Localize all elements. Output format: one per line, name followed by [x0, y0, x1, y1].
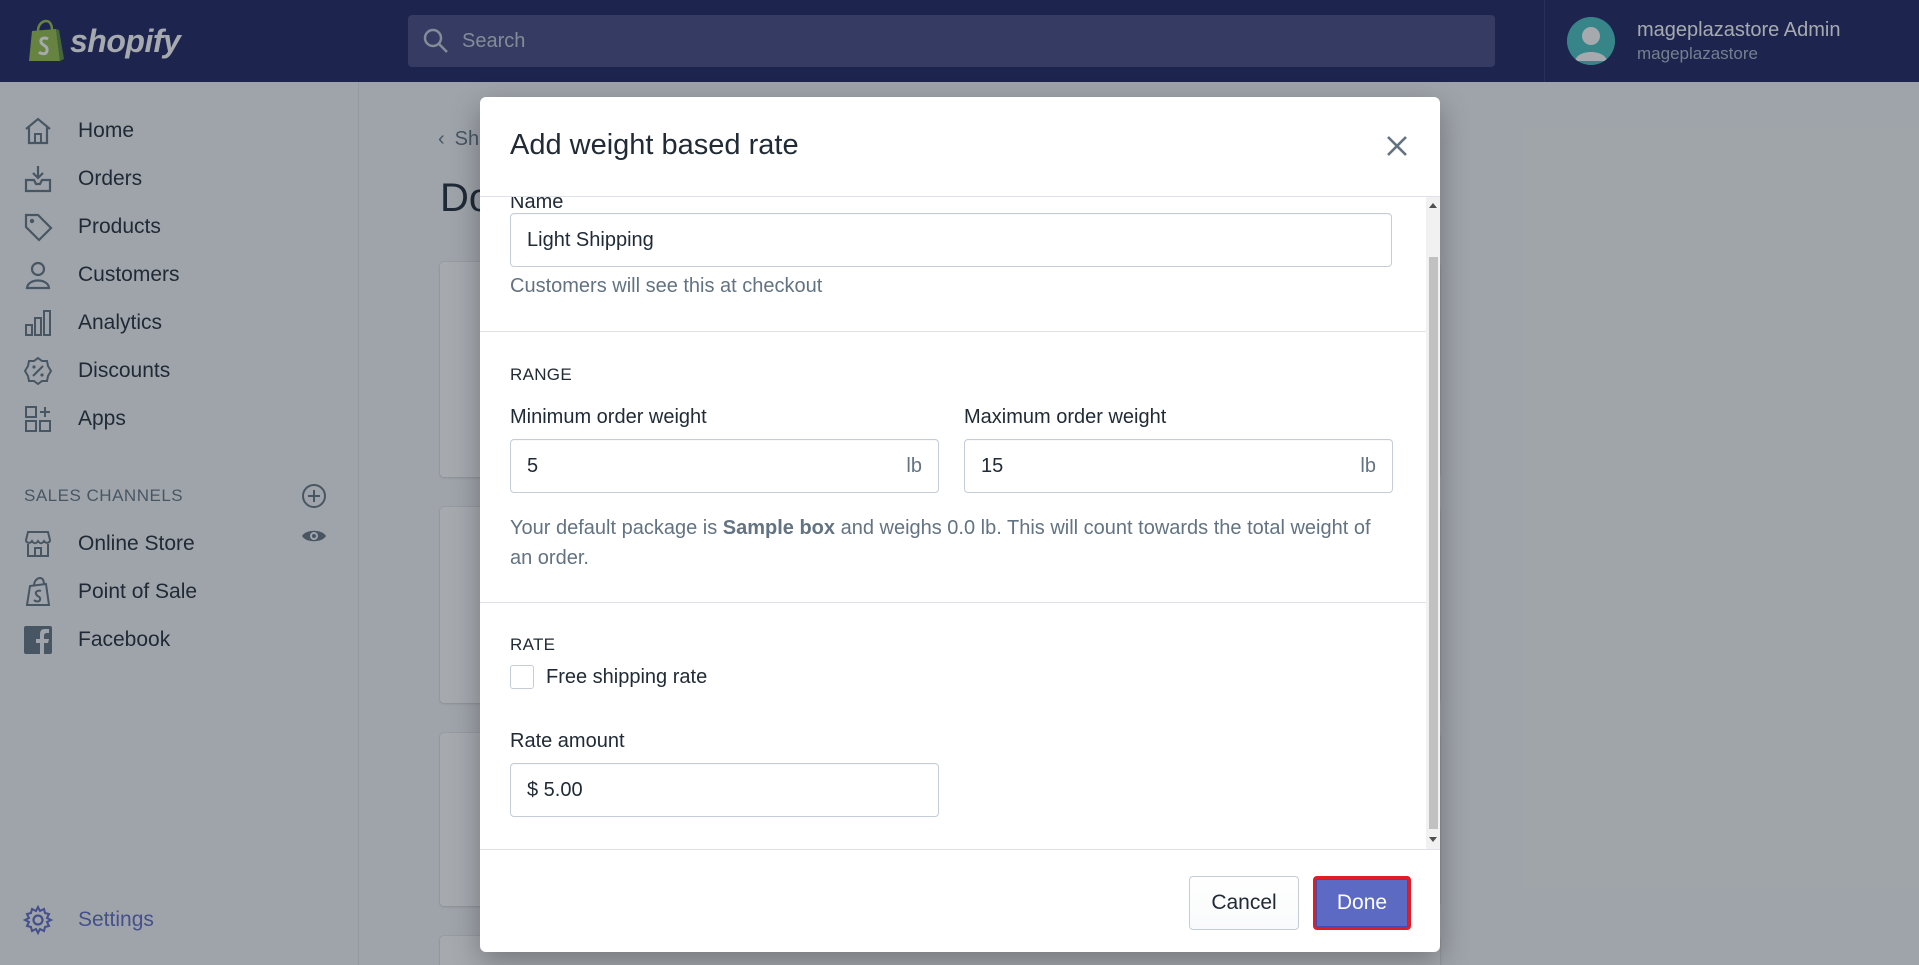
free-shipping-label[interactable]: Free shipping rate [546, 666, 707, 689]
range-section-title: RANGE [510, 365, 572, 384]
divider [480, 602, 1426, 603]
done-button[interactable]: Done [1313, 876, 1411, 930]
min-weight-value: 5 [527, 454, 539, 477]
scroll-up-arrow[interactable] [1429, 203, 1437, 208]
name-label: Name [510, 197, 564, 213]
package-help-text: Your default package is Sample box and w… [510, 513, 1392, 573]
max-weight-label: Maximum order weight [964, 406, 1167, 428]
modal-footer: Cancel Done [480, 849, 1440, 952]
max-weight-field[interactable]: 15 lb [964, 439, 1393, 493]
cancel-button[interactable]: Cancel [1189, 876, 1299, 930]
scroll-down-arrow[interactable] [1429, 837, 1437, 842]
scroll-thumb[interactable] [1429, 257, 1438, 829]
name-help-text: Customers will see this at checkout [510, 275, 823, 297]
max-weight-value: 15 [981, 454, 1004, 477]
modal-scrollbar[interactable] [1426, 197, 1440, 849]
rate-section-title: RATE [510, 635, 556, 654]
rate-name-value: Light Shipping [527, 228, 654, 251]
close-icon [1387, 136, 1407, 156]
close-button[interactable] [1382, 131, 1412, 161]
modal-title: Add weight based rate [510, 129, 799, 161]
add-weight-rate-modal: Add weight based rate Name Light Shippin… [480, 97, 1440, 952]
modal-header: Add weight based rate [480, 97, 1440, 197]
rate-name-field[interactable]: Light Shipping [510, 213, 1392, 267]
modal-body[interactable]: Name Light Shipping Customers will see t… [480, 197, 1426, 849]
package-name: Sample box [722, 517, 836, 539]
free-shipping-checkbox[interactable] [510, 665, 534, 689]
package-help-prefix: Your default package is [510, 517, 723, 539]
unit-suffix: lb [1360, 454, 1376, 477]
unit-suffix: lb [906, 454, 922, 477]
divider [480, 331, 1426, 332]
rate-amount-value: $ 5.00 [527, 778, 583, 801]
min-weight-label: Minimum order weight [510, 406, 707, 428]
rate-amount-label: Rate amount [510, 730, 625, 752]
min-weight-field[interactable]: 5 lb [510, 439, 939, 493]
rate-amount-field[interactable]: $ 5.00 [510, 763, 939, 817]
